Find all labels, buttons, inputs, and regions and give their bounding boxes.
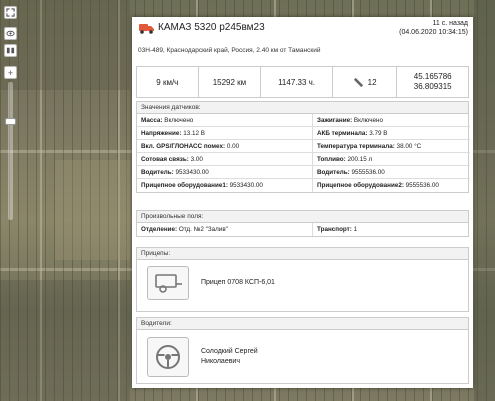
custom-fields-panel: Произвольные поля: Отделение: Отд. №2 "З… <box>136 210 469 237</box>
driver-name: Солодкий Сергей Николаевич <box>201 347 258 367</box>
sensor-cell: Водитель: 9533430.00 <box>137 166 313 179</box>
expand-icon <box>6 8 15 17</box>
engine-hours-value: 1147.33 ч. <box>261 67 333 97</box>
map-field-light <box>55 160 130 260</box>
sensor-label: Водитель: <box>141 169 174 176</box>
sensor-value: 3.79 В <box>367 130 388 137</box>
mileage-value: 15292 км <box>199 67 262 97</box>
sensor-value: 13.12 В <box>181 130 205 137</box>
update-time: 11 с. назад (04.06.2020 10:34:15) <box>399 19 468 37</box>
custom-field-cell: Отделение: Отд. №2 "Залив" <box>137 223 313 236</box>
latitude-value: 45.165786 <box>413 72 452 81</box>
vehicle-address: 03Н-489, Краснодарский край, Россия, 2.4… <box>138 47 321 54</box>
metrics-row: 9 км/ч 15292 км 1147.33 ч. 12 45.165786 … <box>136 66 469 98</box>
satellites-value: 12 <box>367 77 377 87</box>
layers-button[interactable] <box>4 44 17 57</box>
sensor-value: 9533430.00 <box>227 182 263 189</box>
updated-ago: 11 с. назад <box>432 20 468 27</box>
book-icon <box>6 47 15 54</box>
satellites-cell: 12 <box>333 67 398 97</box>
sensor-cell: Сотовая связь: 3.00 <box>137 153 313 166</box>
sensor-label: Прицепное оборудование1: <box>141 182 228 189</box>
zoom-in-button[interactable]: + <box>4 66 17 79</box>
fullscreen-button[interactable] <box>4 6 17 19</box>
sensor-cell: АКБ терминала: 3.79 В <box>313 127 470 140</box>
sensor-value: 9533430.00 <box>173 169 209 176</box>
custom-field-value: Отд. №2 "Залив" <box>177 226 228 233</box>
sensor-cell: Прицепное оборудование2: 9555536.00 <box>313 179 470 192</box>
coordinates-cell: 45.165786 36.809315 <box>397 67 468 97</box>
sensors-title: Значения датчиков: <box>137 102 468 114</box>
sensor-cell: Топливо: 200.15 л <box>313 153 470 166</box>
trailer-item[interactable]: Прицеп 0708 КСП-6,01 <box>137 260 468 306</box>
sensor-label: Водитель: <box>317 169 350 176</box>
sensor-value: 9555536.00 <box>403 182 439 189</box>
sensor-cell: Температура терминала: 38.00 °C <box>313 140 470 153</box>
custom-field-label: Отделение: <box>141 226 178 233</box>
driver-item[interactable]: Солодкий Сергей Николаевич <box>137 330 468 384</box>
view-toggle-button[interactable] <box>4 27 17 40</box>
sensor-label: Прицепное оборудование2: <box>317 182 404 189</box>
vehicle-info-card: КАМАЗ 5320 р245вм23 11 с. назад (04.06.2… <box>132 17 473 388</box>
sensor-label: Зажигание: <box>317 117 353 124</box>
sensor-cell: Вкл. GPS/ГЛОНАСС помех: 0.00 <box>137 140 313 153</box>
custom-field-cell: Транспорт: 1 <box>313 223 470 236</box>
trailers-title: Прицепы: <box>137 248 468 260</box>
updated-at: (04.06.2020 10:34:15) <box>399 29 468 36</box>
sensor-value: 38.00 °C <box>394 143 422 150</box>
sensor-label: Масса: <box>141 117 163 124</box>
map-field-bottom <box>0 280 130 401</box>
eye-icon <box>6 30 15 37</box>
map-field-dark <box>0 0 130 90</box>
vehicle-title: КАМАЗ 5320 р245вм23 <box>158 22 265 33</box>
sensor-label: Топливо: <box>317 156 346 163</box>
sensor-value: 9555536.00 <box>349 169 385 176</box>
truck-icon <box>139 24 154 34</box>
satellite-icon <box>353 77 363 87</box>
map-field-right <box>474 0 495 401</box>
sensor-cell: Напряжение: 13.12 В <box>137 127 313 140</box>
driver-name-line2: Николаевич <box>201 358 240 365</box>
trailers-panel: Прицепы: Прицеп 0708 КСП-6,01 <box>136 247 469 312</box>
card-header: КАМАЗ 5320 р245вм23 11 с. назад (04.06.2… <box>132 17 473 42</box>
drivers-panel: Водители: Солодкий Сергей Николаевич <box>136 317 469 384</box>
zoom-slider-handle[interactable] <box>5 118 16 125</box>
sensor-cell: Прицепное оборудование1: 9533430.00 <box>137 179 313 192</box>
sensors-grid: Масса: Включено Зажигание: Включено Напряж… <box>137 114 470 192</box>
sensor-label: Сотовая связь: <box>141 156 189 163</box>
trailer-icon <box>147 266 189 300</box>
custom-field-label: Транспорт: <box>317 226 352 233</box>
sensor-cell: Водитель: 9555536.00 <box>313 166 470 179</box>
sensor-value: 3.00 <box>188 156 203 163</box>
driver-name-line1: Солодкий Сергей <box>201 348 258 355</box>
sensor-label: Вкл. GPS/ГЛОНАСС помех: <box>141 143 226 150</box>
steering-wheel-icon <box>147 337 189 377</box>
sensors-panel: Значения датчиков: Масса: Включено Зажига… <box>136 101 470 193</box>
custom-fields-grid: Отделение: Отд. №2 "Залив" Транспорт: 1 <box>137 223 468 236</box>
sensor-label: АКБ терминала: <box>317 130 368 137</box>
zoom-slider-track[interactable] <box>8 82 13 220</box>
custom-fields-title: Произвольные поля: <box>137 211 468 223</box>
longitude-value: 36.809315 <box>413 82 452 91</box>
sensor-cell: Зажигание: Включено <box>313 114 470 127</box>
sensor-value: Включено <box>162 117 194 124</box>
trailer-name: Прицеп 0708 КСП-6,01 <box>201 279 275 286</box>
speed-value: 9 км/ч <box>137 67 199 97</box>
sensor-value: Включено <box>352 117 383 124</box>
sensor-label: Напряжение: <box>141 130 182 137</box>
sensor-cell: Масса: Включено <box>137 114 313 127</box>
sensor-label: Температура терминала: <box>317 143 395 150</box>
sensor-value: 200.15 л <box>345 156 373 163</box>
sensor-value: 0.00 <box>225 143 240 150</box>
custom-field-value: 1 <box>351 226 358 233</box>
drivers-title: Водители: <box>137 318 468 330</box>
